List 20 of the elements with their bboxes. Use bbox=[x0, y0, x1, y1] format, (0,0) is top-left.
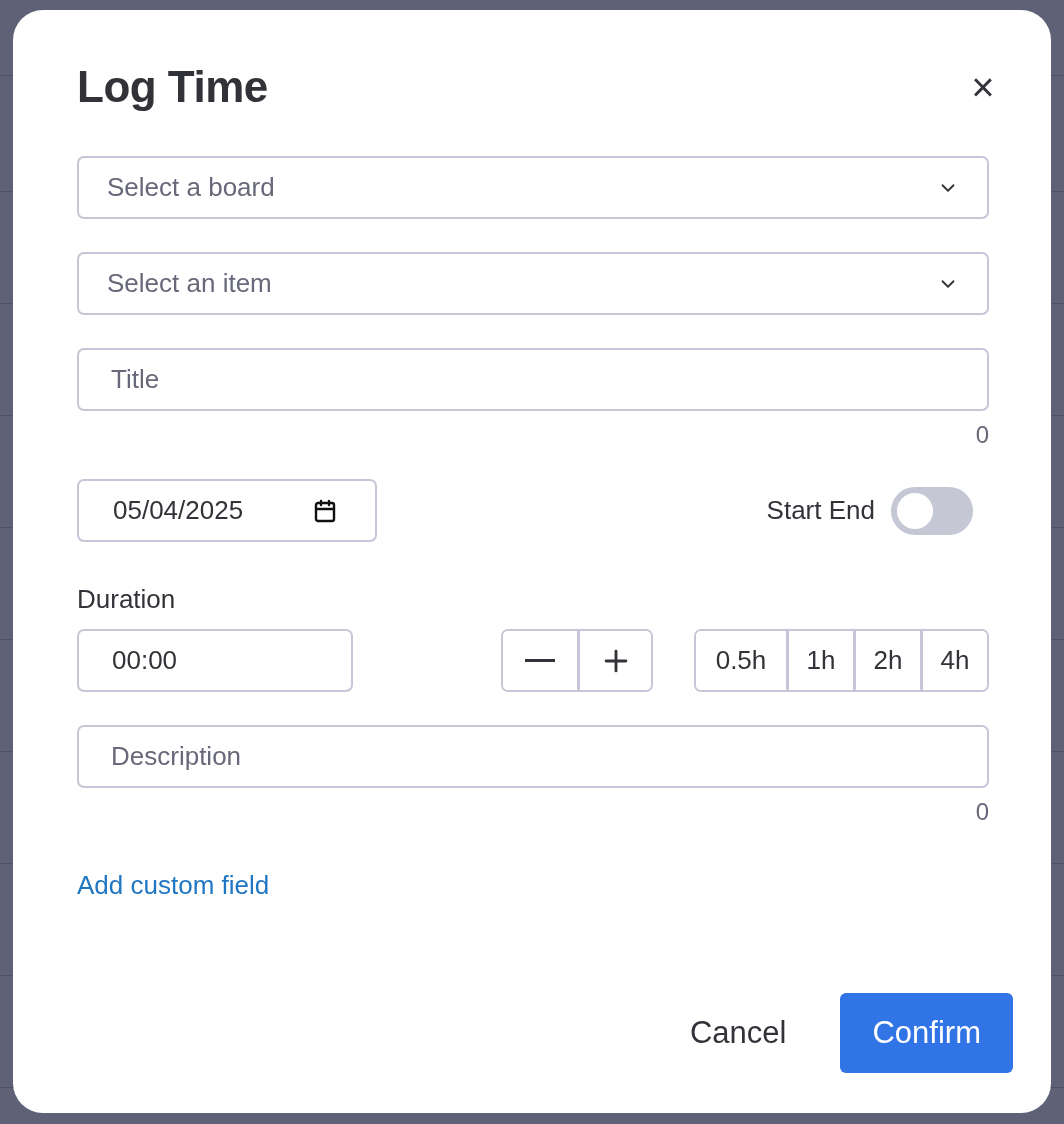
calendar-icon bbox=[313, 498, 337, 523]
confirm-button[interactable]: Confirm bbox=[840, 993, 1013, 1073]
character-counter: 0 bbox=[974, 421, 989, 449]
board-select[interactable]: Select a board bbox=[77, 156, 989, 219]
cancel-button[interactable]: Cancel bbox=[658, 993, 819, 1073]
text-field[interactable]: Description bbox=[77, 725, 989, 788]
increment-button[interactable] bbox=[577, 631, 651, 690]
close-button[interactable]: × bbox=[969, 73, 997, 101]
duration-label: Duration bbox=[77, 584, 176, 614]
toggle-switch[interactable] bbox=[891, 486, 973, 535]
add-field-link[interactable]: Add custom field bbox=[77, 870, 270, 900]
item-select[interactable]: Select an item bbox=[77, 252, 989, 315]
date-field[interactable]: 05/04/2025 bbox=[77, 479, 377, 542]
character-counter: 0 bbox=[974, 798, 989, 826]
text-field[interactable]: Title bbox=[77, 348, 989, 411]
toggle-label: Start End bbox=[766, 495, 875, 526]
minus-icon bbox=[525, 659, 555, 662]
preset-button[interactable]: 4h bbox=[920, 631, 987, 690]
dialog-title: Log Time bbox=[77, 62, 268, 112]
duration-field[interactable]: 00:00 bbox=[77, 629, 353, 692]
